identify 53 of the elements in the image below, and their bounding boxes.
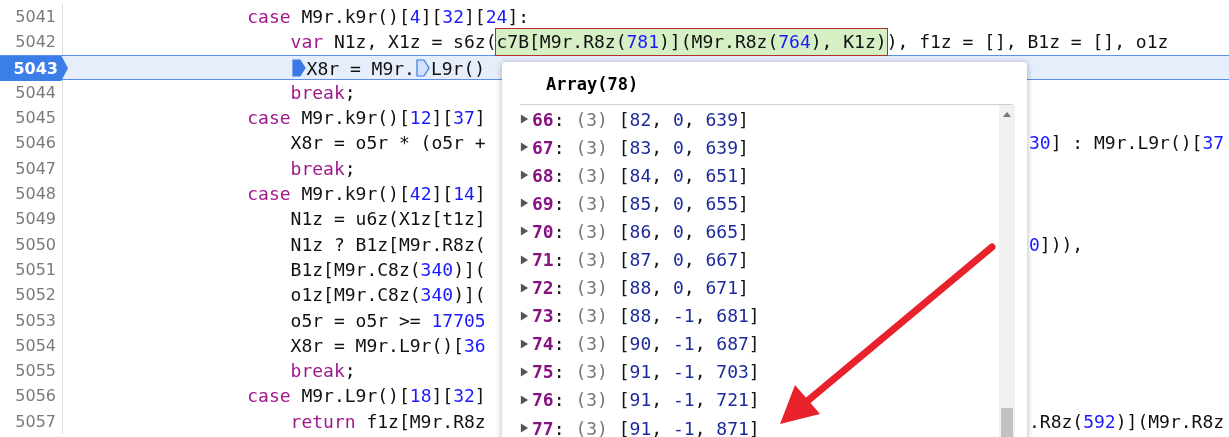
array-entry[interactable]: 76: (3) [91, -1, 721] <box>532 389 760 411</box>
code-line: break; <box>290 359 356 384</box>
scroll-up-icon[interactable] <box>1002 110 1012 118</box>
code-line: break; <box>290 80 356 105</box>
popover-title: Array(78) <box>520 62 1013 105</box>
expand-triangle-icon[interactable] <box>520 113 529 126</box>
code-line: var N1z, X1z = s6z( <box>290 30 497 55</box>
array-entry[interactable]: 77: (3) [91, -1, 871] <box>532 417 760 437</box>
code-line: L9r() <box>430 56 486 81</box>
expand-triangle-icon[interactable] <box>520 281 529 294</box>
code-line: X8r = o5r * (o5r + <box>290 131 486 156</box>
array-entry[interactable]: 69: (3) [85, 0, 655] <box>532 192 749 214</box>
code-line: N1z ? B1z[M9r.R8z( <box>290 232 486 257</box>
code-line: o5r = o5r >= 17705 <box>290 308 486 333</box>
code-line: N1z = u6z(X1z[t1z] <box>290 207 486 232</box>
code-line: 0])), <box>1029 233 1084 255</box>
array-entry[interactable]: 73: (3) [88, -1, 681] <box>532 305 760 327</box>
code-line: return f1z[M9r.R8z <box>290 409 486 434</box>
code-line: .R8z(592)](M9r.R8z <box>1029 410 1225 432</box>
step-marker-icon[interactable] <box>415 59 430 78</box>
expand-triangle-icon[interactable] <box>520 253 529 266</box>
array-entry[interactable]: 74: (3) [90, -1, 687] <box>532 333 760 355</box>
expand-triangle-icon[interactable] <box>520 394 529 406</box>
expand-triangle-icon[interactable] <box>520 169 529 182</box>
code-line: X8r = M9r.L9r()[36 <box>290 333 486 358</box>
expand-triangle-icon[interactable] <box>520 225 529 238</box>
code-line: case M9r.L9r()[18][32] <box>247 384 486 409</box>
array-entry[interactable]: 70: (3) [86, 0, 665] <box>532 220 749 242</box>
expand-triangle-icon[interactable] <box>520 422 529 435</box>
code-line: break; <box>290 156 356 181</box>
array-entry[interactable]: 68: (3) [84, 0, 651] <box>532 164 749 186</box>
array-entry[interactable]: 66: (3) [82, 0, 639] <box>532 108 749 130</box>
code-line: X8r = M9r. <box>306 56 415 81</box>
array-entry[interactable]: 67: (3) [83, 0, 639] <box>532 136 749 158</box>
code-line: case M9r.k9r()[42][14] <box>247 182 486 207</box>
expand-triangle-icon[interactable] <box>520 197 529 210</box>
expand-triangle-icon[interactable] <box>520 365 529 378</box>
execution-marker-icon[interactable] <box>291 59 306 78</box>
code-line: B1z[M9r.C8z(340)]( <box>290 257 486 282</box>
code-line: case M9r.k9r()[4][32][24]: <box>247 5 530 29</box>
array-entry[interactable]: 71: (3) [87, 0, 667] <box>532 249 749 270</box>
array-entry[interactable]: 72: (3) [88, 0, 671] <box>532 277 749 299</box>
highlighted-expression: c7B[M9r.R8z(781)](M9r.R8z(764), K1z) <box>496 29 887 55</box>
expand-triangle-icon[interactable] <box>520 141 529 154</box>
code-line: case M9r.k9r()[12][37] <box>247 106 486 131</box>
line-number[interactable]: 5043 <box>0 55 68 81</box>
expand-triangle-icon[interactable] <box>520 309 529 322</box>
code-line: o1z[M9r.C8z(340)]( <box>290 283 486 308</box>
code-line: ), f1z = [], B1z = [], o1z <box>886 30 1169 55</box>
scrollbar-thumb[interactable] <box>1001 408 1013 437</box>
expand-triangle-icon[interactable] <box>520 337 529 350</box>
code-line: 30] : M9r.L9r()[37 <box>1029 132 1225 154</box>
array-entry[interactable]: 75: (3) [91, -1, 703] <box>532 361 760 383</box>
